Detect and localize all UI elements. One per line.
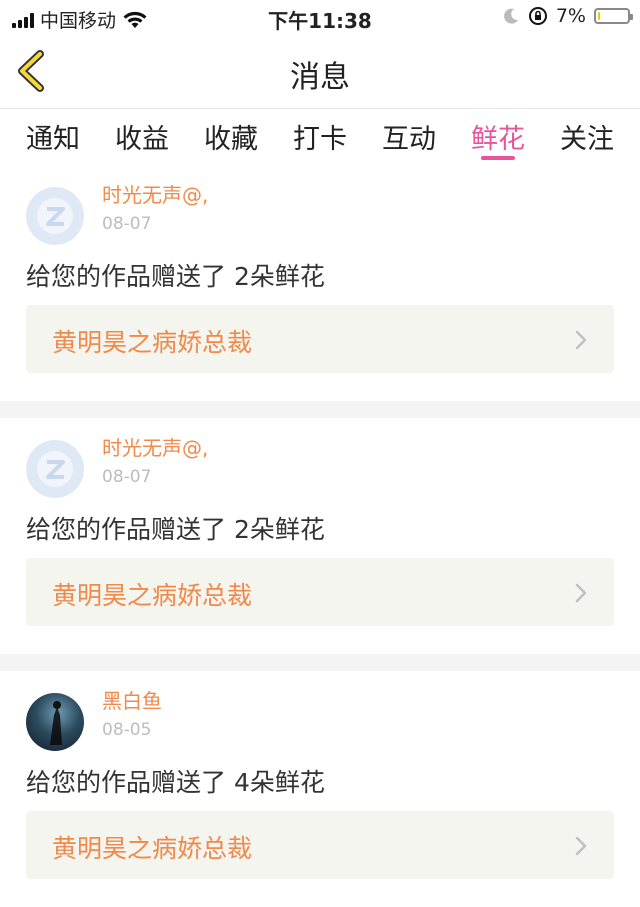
- tab-interaction[interactable]: 互动: [382, 109, 436, 165]
- page-title: 消息: [290, 60, 350, 95]
- battery-fill: [598, 12, 600, 20]
- default-avatar-icon: [37, 198, 73, 234]
- status-right: 7%: [502, 5, 633, 27]
- work-title: 黄明昊之病娇总裁: [52, 328, 253, 357]
- work-link[interactable]: 黄明昊之病娇总裁: [26, 811, 614, 879]
- user-row: 黑白鱼 08-05: [26, 689, 614, 753]
- message-text: 给您的作品赠送了 2朵鲜花: [26, 262, 325, 291]
- tab-bar: 通知 收益 收藏 打卡 互动 鲜花 关注: [0, 109, 640, 165]
- default-avatar-icon: [37, 451, 73, 487]
- message-text: 给您的作品赠送了 4朵鲜花: [26, 768, 325, 797]
- nav-header: 消息: [0, 34, 640, 109]
- battery-percent: 7%: [555, 5, 586, 27]
- message-text: 给您的作品赠送了 2朵鲜花: [26, 515, 325, 544]
- username[interactable]: 时光无声@,: [102, 179, 208, 208]
- tab-favorites[interactable]: 收藏: [204, 109, 258, 165]
- tab-earnings[interactable]: 收益: [115, 109, 169, 165]
- user-row: 时光无声@, 08-07: [26, 436, 614, 500]
- tab-follow[interactable]: 关注: [560, 109, 614, 165]
- chevron-right-icon: [575, 836, 587, 856]
- work-title: 黄明昊之病娇总裁: [52, 581, 253, 610]
- username[interactable]: 时光无声@,: [102, 432, 208, 461]
- work-link[interactable]: 黄明昊之病娇总裁: [26, 305, 614, 373]
- work-title: 黄明昊之病娇总裁: [52, 834, 253, 863]
- tab-notice[interactable]: 通知: [26, 109, 80, 165]
- photo-avatar-icon: [50, 701, 62, 745]
- user-meta: 黑白鱼 08-05: [102, 685, 162, 740]
- message-card: 时光无声@, 08-07 给您的作品赠送了 2朵鲜花 黄明昊之病娇总裁: [0, 165, 640, 401]
- tab-flowers[interactable]: 鲜花: [471, 109, 525, 165]
- divider: [0, 654, 640, 671]
- avatar[interactable]: [26, 693, 84, 751]
- message-card: 黑白鱼 08-05 给您的作品赠送了 4朵鲜花 黄明昊之病娇总裁: [0, 671, 640, 907]
- message-date: 08-05: [102, 720, 152, 740]
- user-meta: 时光无声@, 08-07: [102, 179, 208, 234]
- moon-icon: [503, 8, 518, 24]
- avatar[interactable]: [26, 187, 84, 245]
- user-row: 时光无声@, 08-07: [26, 183, 614, 247]
- status-bar: 中国移动 下午11:38 7%: [0, 0, 640, 34]
- avatar[interactable]: [26, 440, 84, 498]
- divider: [0, 401, 640, 418]
- message-card: 时光无声@, 08-07 给您的作品赠送了 2朵鲜花 黄明昊之病娇总裁: [0, 418, 640, 654]
- message-date: 08-07: [102, 467, 152, 487]
- user-meta: 时光无声@, 08-07: [102, 432, 208, 487]
- battery-icon: [594, 8, 633, 24]
- tab-checkin[interactable]: 打卡: [293, 109, 347, 165]
- username[interactable]: 黑白鱼: [102, 685, 162, 714]
- message-date: 08-07: [102, 214, 152, 234]
- work-link[interactable]: 黄明昊之病娇总裁: [26, 558, 614, 626]
- chevron-right-icon: [575, 330, 587, 350]
- rotation-lock-icon: [528, 7, 547, 25]
- chevron-right-icon: [575, 583, 587, 603]
